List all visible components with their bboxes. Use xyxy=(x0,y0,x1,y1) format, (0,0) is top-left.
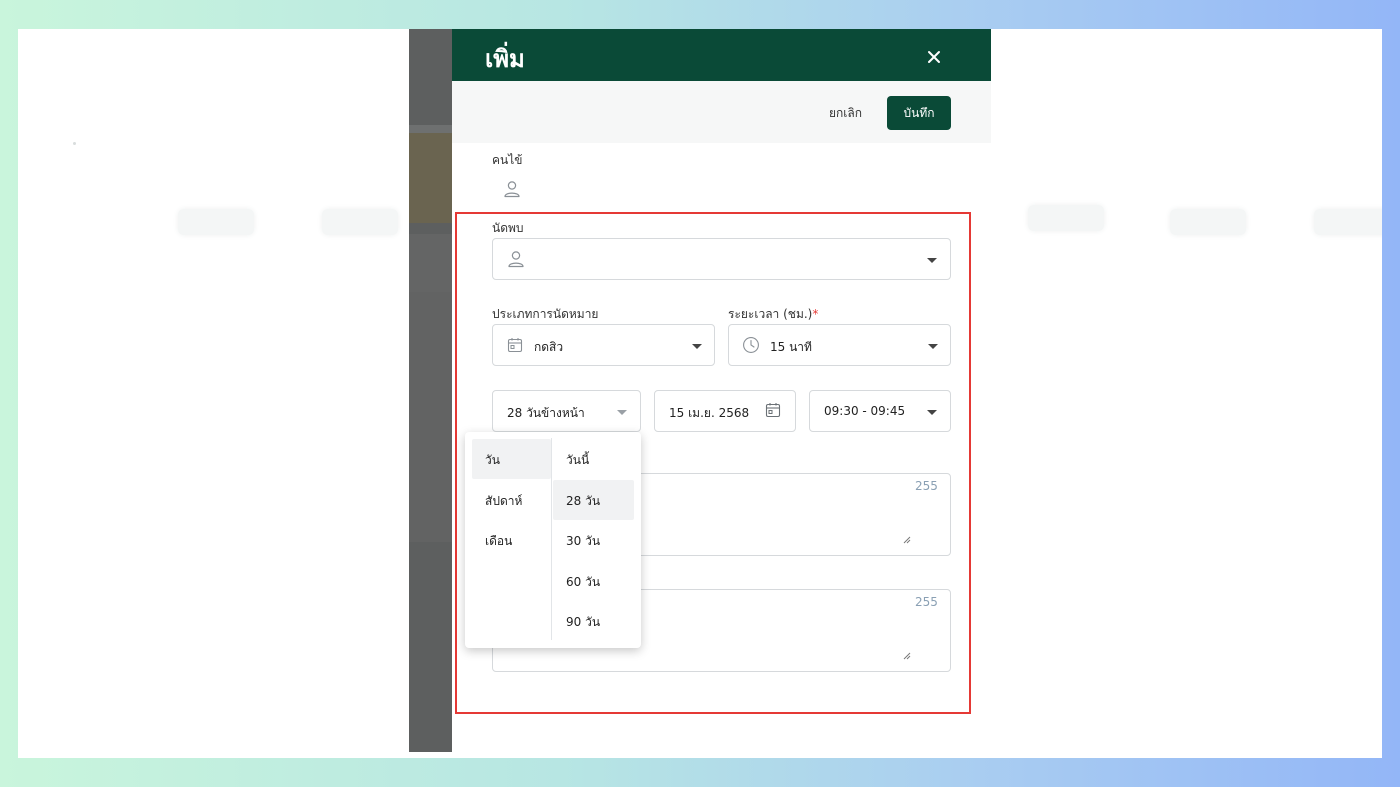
cancel-button[interactable]: ยกเลิก xyxy=(821,97,870,129)
appointment-type-label: ประเภทการนัดหมาย xyxy=(492,307,599,321)
chevron-down-icon xyxy=(927,410,937,415)
duration-label: ระยะเวลา (ชม.)* xyxy=(728,307,819,321)
clock-icon xyxy=(743,337,759,353)
drawer-header: เพิ่ม xyxy=(452,29,991,81)
close-icon[interactable] xyxy=(920,43,948,71)
offset-option[interactable]: วันนี้ xyxy=(566,451,589,470)
chevron-down-icon xyxy=(928,344,938,349)
char-counter: 255 xyxy=(915,479,938,493)
unit-option-day[interactable]: วัน xyxy=(485,451,500,470)
background-placeholder xyxy=(322,209,398,235)
appointment-with-select[interactable] xyxy=(492,238,951,280)
offset-option[interactable]: 90 วัน xyxy=(566,613,600,632)
date-value: 15 เม.ย. 2568 xyxy=(669,406,750,420)
calendar-icon xyxy=(507,338,523,353)
relative-date-dropdown: วัน สัปดาห์ เดือน วันนี้ 28 วัน 30 วัน 6… xyxy=(465,432,641,648)
offset-option[interactable]: 60 วัน xyxy=(566,573,600,592)
unit-option-week[interactable]: สัปดาห์ xyxy=(485,492,522,511)
duration-select[interactable]: 15 นาที xyxy=(728,324,951,366)
person-icon xyxy=(508,251,524,268)
appointment-type-select[interactable]: กดสิว xyxy=(492,324,715,366)
save-button[interactable]: บันทึก xyxy=(887,96,951,130)
offset-option[interactable]: 30 วัน xyxy=(566,532,600,551)
date-picker[interactable]: 15 เม.ย. 2568 xyxy=(654,390,796,432)
background-placeholder xyxy=(1028,205,1104,231)
duration-value: 15 นาที xyxy=(770,340,812,354)
calendar-icon[interactable] xyxy=(765,402,781,418)
chevron-down-icon xyxy=(617,410,627,415)
drawer-title: เพิ่ม xyxy=(485,45,525,73)
time-value: 09:30 - 09:45 xyxy=(824,404,906,418)
relative-date-select[interactable]: 28 วันข้างหน้า xyxy=(492,390,641,432)
background-dot xyxy=(73,142,76,145)
appointment-with-label: นัดพบ xyxy=(492,221,524,235)
action-bar: ยกเลิก บันทึก xyxy=(452,81,991,143)
relative-date-value: 28 วันข้างหน้า xyxy=(507,406,585,420)
unit-option-month[interactable]: เดือน xyxy=(485,532,512,551)
time-select[interactable]: 09:30 - 09:45 xyxy=(809,390,951,432)
char-counter: 255 xyxy=(915,595,938,609)
resize-handle-icon[interactable] xyxy=(903,652,911,660)
appointment-type-value: กดสิว xyxy=(534,340,564,354)
background-placeholder xyxy=(1314,209,1382,235)
chevron-down-icon xyxy=(927,258,937,263)
patient-label: คนไข้ xyxy=(492,153,523,167)
chevron-down-icon xyxy=(692,344,702,349)
dropdown-divider xyxy=(551,438,552,640)
selected-unit-highlight xyxy=(472,439,551,479)
background-placeholder xyxy=(178,209,254,235)
offset-option[interactable]: 28 วัน xyxy=(566,492,600,511)
background-placeholder xyxy=(1170,209,1246,235)
person-icon xyxy=(504,181,520,198)
required-mark: * xyxy=(812,307,819,321)
resize-handle-icon[interactable] xyxy=(903,536,911,544)
screen-canvas: เพิ่ม ยกเลิก บันทึก คนไข้ นัดพบ ประเภทกา… xyxy=(18,29,1382,758)
